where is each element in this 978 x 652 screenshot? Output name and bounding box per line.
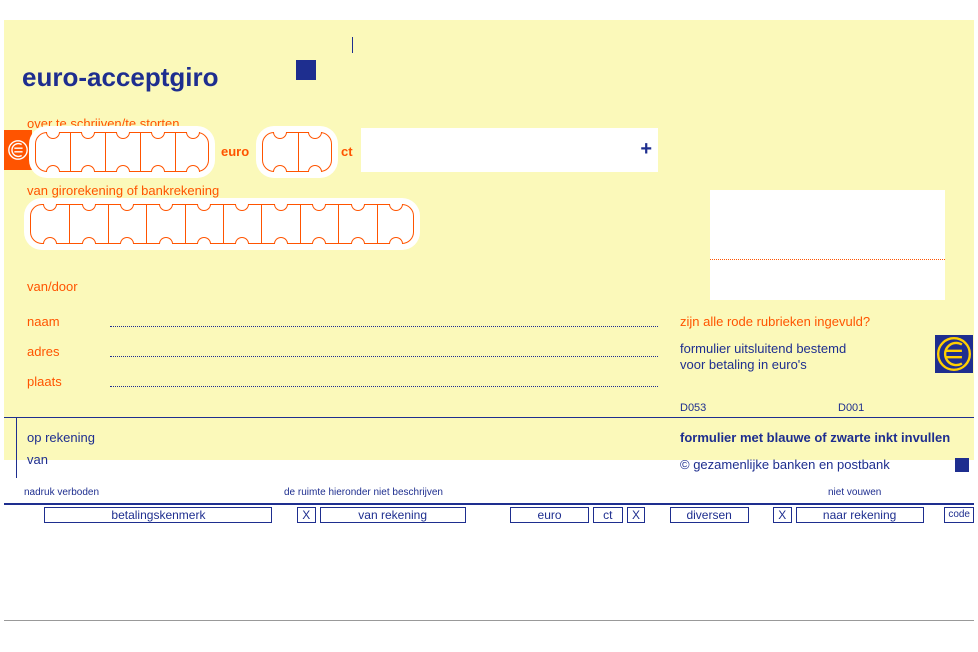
euro-icon-blue [935, 335, 973, 373]
alignment-tick [352, 37, 353, 53]
micr-naar-rekening: naar rekening [796, 507, 924, 523]
label-van-girorekening: van girorekening of bankrekening [27, 183, 219, 198]
label-plaats: plaats [27, 374, 62, 389]
micr-diversen: diversen [670, 507, 749, 523]
micr-betalingskenmerk: betalingskenmerk [44, 507, 272, 523]
adres-line[interactable] [110, 356, 658, 357]
title-marker-box [296, 60, 316, 80]
code-d001: D001 [838, 402, 864, 414]
label-bestemd-2: voor betaling in euro's [680, 357, 807, 372]
amount-ct-input[interactable] [256, 126, 338, 178]
acceptgiro-form: euro-acceptgiro over te schrijven/te sto… [0, 0, 978, 652]
copyright-marker-box [955, 458, 969, 472]
bottom-rule [4, 620, 974, 621]
label-rode-rubrieken: zijn alle rode rubrieken ingevuld? [680, 314, 870, 329]
micr-code: code [944, 507, 974, 523]
label-naam: naam [27, 314, 60, 329]
micr-ct: ct [593, 507, 623, 523]
plaats-line[interactable] [110, 386, 658, 387]
signature-box[interactable] [710, 190, 945, 300]
label-copyright: © gezamenlijke banken en postbank [680, 457, 890, 472]
note-vouwen: niet vouwen [828, 487, 881, 498]
label-ct: ct [341, 144, 353, 159]
label-euro: euro [221, 144, 249, 159]
micr-van-rekening: van rekening [320, 507, 466, 523]
label-adres: adres [27, 344, 60, 359]
payee-reference-area[interactable]: + [361, 128, 658, 172]
label-van-door: van/door [27, 279, 78, 294]
naam-line[interactable] [110, 326, 658, 327]
form-title: euro-acceptgiro [22, 62, 219, 93]
micr-x-1: X [297, 507, 316, 523]
label-bestemd-1: formulier uitsluitend bestemd [680, 341, 846, 356]
code-d053: D053 [680, 402, 706, 414]
label-op-rekening: op rekening [27, 430, 95, 445]
micr-x-3: X [773, 507, 792, 523]
micr-euro: euro [510, 507, 589, 523]
euro-icon [4, 130, 32, 170]
label-van: van [27, 452, 48, 467]
plus-marker: + [640, 138, 652, 161]
micr-x-2: X [627, 507, 646, 523]
label-inkt: formulier met blauwe of zwarte inkt invu… [680, 430, 950, 445]
separator-line [4, 417, 974, 421]
note-nadruk: nadruk verboden [24, 487, 99, 498]
amount-euro-input[interactable] [29, 126, 215, 178]
note-ruimte: de ruimte hieronder niet beschrijven [284, 487, 443, 498]
account-number-input[interactable] [24, 198, 420, 250]
